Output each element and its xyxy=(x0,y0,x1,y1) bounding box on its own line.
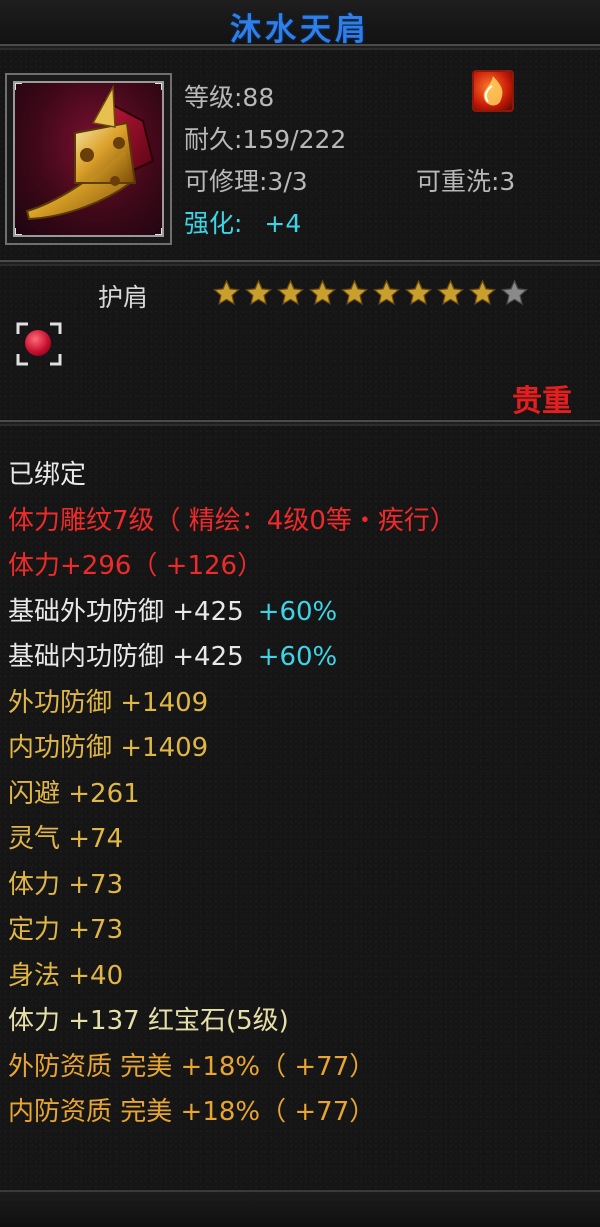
attribute-row: 内功防御 +1409 xyxy=(8,727,208,764)
enhance-value: +4 xyxy=(264,209,302,238)
attribute-text: 体力 +73 xyxy=(8,869,124,900)
star-filled-icon xyxy=(308,279,337,306)
attribute-row: 基础内功防御 +425 +60% xyxy=(8,636,337,673)
attribute-bonus: +60% xyxy=(257,596,338,627)
attribute-text: 身法 +40 xyxy=(8,960,124,991)
item-tooltip: 沐水天肩 等级:88 耐久:159/222 可修理:3/3 可重洗:3 强化: … xyxy=(0,0,600,1227)
attribute-text: 灵气 +74 xyxy=(8,824,124,854)
tooltip-header: 沐水天肩 xyxy=(0,0,600,48)
attribute-row: 体力+296（ +126） xyxy=(8,545,263,582)
attribute-row: 闪避 +261 xyxy=(8,773,140,810)
divider xyxy=(0,260,600,266)
durability-text: 耐久:159/222 xyxy=(184,125,347,154)
attribute-text: 体力 +137 红宝石(5级) xyxy=(8,1006,289,1036)
attribute-row: 内防资质 完美 +18%（ +77） xyxy=(8,1091,375,1128)
attribute-text: 基础内功防御 +425 xyxy=(8,642,244,672)
attribute-row: 已绑定 xyxy=(8,454,86,491)
attribute-text: 外防资质 完美 +18%（ +77） xyxy=(8,1051,376,1082)
enhance-label: 强化: xyxy=(184,209,243,238)
attribute-text: 体力雕纹7级（ 精绘：4级0等・疾行） xyxy=(8,505,456,536)
star-filled-icon xyxy=(404,279,433,306)
attribute-row: 外防资质 完美 +18%（ +77） xyxy=(8,1046,375,1083)
gem-slot[interactable] xyxy=(16,322,62,366)
attribute-text: 外功防御 +1409 xyxy=(8,687,209,718)
reroll-text: 可重洗:3 xyxy=(416,167,516,196)
divider xyxy=(0,44,600,50)
star-filled-icon xyxy=(340,279,369,306)
item-icon-frame[interactable] xyxy=(5,73,172,245)
enhance-row: 强化: +4 xyxy=(184,204,301,240)
star-filled-icon xyxy=(468,279,497,306)
star-filled-icon xyxy=(244,279,273,306)
fire-emblem-icon xyxy=(472,70,514,112)
attribute-text: 内功防御 +1409 xyxy=(8,733,209,763)
attribute-text: 基础外功防御 +425 xyxy=(8,596,244,627)
star-empty-icon xyxy=(500,279,529,306)
attribute-text: 内防资质 完美 +18%（ +77） xyxy=(8,1097,376,1127)
item-type: 护肩 xyxy=(98,283,149,312)
attribute-text: 闪避 +261 xyxy=(8,778,140,809)
quality-label: 贵重 xyxy=(512,384,572,419)
item-name: 沐水天肩 xyxy=(230,12,370,48)
attribute-bonus: +60% xyxy=(257,642,338,672)
repair-text: 可修理:3/3 xyxy=(184,167,308,196)
shoulder-armor-icon xyxy=(13,81,164,237)
star-filled-icon xyxy=(276,279,305,306)
attribute-row: 定力 +73 xyxy=(8,909,123,946)
attribute-text: 已绑定 xyxy=(8,460,87,490)
attribute-row: 基础外功防御 +425 +60% xyxy=(8,591,337,628)
attribute-row: 体力雕纹7级（ 精绘：4级0等・疾行） xyxy=(8,500,456,537)
attribute-row: 外功防御 +1409 xyxy=(8,682,208,719)
star-filled-icon xyxy=(436,279,465,306)
star-filled-icon xyxy=(212,279,241,306)
ruby-gem-icon xyxy=(25,330,51,356)
attribute-row: 体力 +73 xyxy=(8,864,123,901)
tooltip-footer xyxy=(0,1190,600,1227)
star-filled-icon xyxy=(372,279,401,306)
attribute-row: 灵气 +74 xyxy=(8,818,123,855)
divider xyxy=(0,420,600,426)
attribute-text: 定力 +73 xyxy=(8,915,124,945)
level-text: 等级:88 xyxy=(184,83,275,112)
attribute-row: 身法 +40 xyxy=(8,955,123,992)
star-rating xyxy=(212,278,529,314)
attribute-row: 体力 +137 红宝石(5级) xyxy=(8,1000,289,1037)
attribute-text: 体力+296（ +126） xyxy=(8,551,264,581)
